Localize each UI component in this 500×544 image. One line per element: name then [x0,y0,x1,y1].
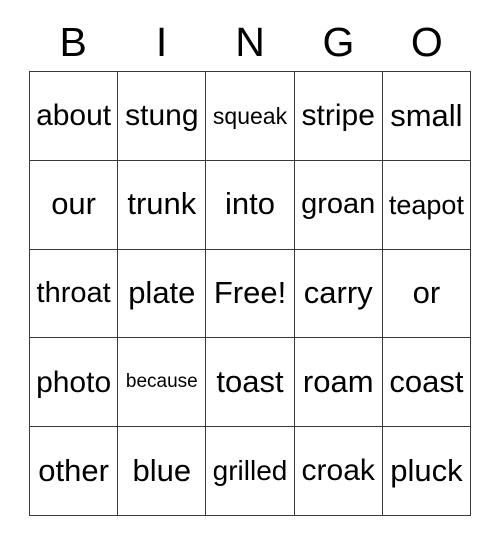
bingo-cell-free-space[interactable]: Free! [206,249,295,339]
bingo-cell-label: toast [216,364,284,400]
bingo-cell-label: croak [301,454,375,488]
bingo-cell-label: blue [132,452,192,488]
bingo-cell-g5[interactable]: croak [294,427,383,516]
bingo-cell-label: stripe [301,99,375,133]
bingo-cell-b5[interactable]: other [30,427,119,516]
bingo-row: our trunk into groan teapot [30,160,472,250]
bingo-cell-o2[interactable]: teapot [382,160,472,250]
bingo-cell-n1[interactable]: squeak [206,72,295,161]
bingo-row: about stung squeak stripe small [30,72,472,161]
bingo-cell-label: squeak [212,102,288,129]
bingo-cell-label: throat [36,277,111,310]
bingo-cell-b4[interactable]: photo [30,338,119,428]
free-space-label: Free! [213,275,287,311]
bingo-cell-n5[interactable]: grilled [206,427,295,516]
bingo-cell-g3[interactable]: carry [294,249,383,339]
bingo-cell-i4[interactable]: because [118,338,207,428]
bingo-cell-label: other [38,452,109,488]
bingo-cell-b3[interactable]: throat [30,249,119,339]
bingo-header-letter-o: O [410,18,443,65]
bingo-cell-label: carry [303,275,373,311]
bingo-header-letter-g: G [322,18,355,65]
bingo-header-letter-b: B [59,18,87,65]
bingo-cell-label: plate [128,275,196,311]
bingo-cell-o5[interactable]: pluck [382,427,472,516]
bingo-cell-label: because [125,371,198,393]
bingo-header-letter-n: N [235,18,265,65]
bingo-cell-o4[interactable]: coast [382,338,472,428]
bingo-cell-label: teapot [388,189,464,220]
bingo-cell-label: photo [36,365,112,399]
bingo-cell-label: grilled [212,455,288,487]
bingo-cell-label: groan [301,188,376,221]
bingo-header-letter-i: I [155,18,168,65]
bingo-cell-n4[interactable]: toast [206,338,295,428]
bingo-cell-b1[interactable]: about [30,72,119,161]
bingo-cell-label: or [412,275,441,311]
bingo-cell-label: pluck [390,452,463,488]
bingo-cell-label: into [225,186,275,222]
bingo-cell-g1[interactable]: stripe [294,72,383,161]
bingo-cell-b2[interactable]: our [30,160,119,250]
bingo-row: throat plate Free! carry or [30,249,472,339]
bingo-card: B I N G O about stung squeak stripe smal… [29,13,472,516]
bingo-cell-label: roam [302,364,374,400]
bingo-grid: about stung squeak stripe small our trun… [29,71,472,516]
bingo-cell-label: small [390,97,463,133]
bingo-cell-n2[interactable]: into [206,160,295,250]
bingo-cell-g2[interactable]: groan [294,160,383,250]
bingo-cell-i2[interactable]: trunk [118,160,207,250]
bingo-row: photo because toast roam coast [30,338,472,428]
bingo-cell-i3[interactable]: plate [118,249,207,339]
bingo-cell-label: coast [389,364,464,400]
bingo-cell-label: trunk [127,186,197,222]
bingo-cell-o1[interactable]: small [382,72,472,161]
bingo-cell-i5[interactable]: blue [118,427,207,516]
bingo-cell-g4[interactable]: roam [294,338,383,428]
bingo-cell-label: our [51,186,96,222]
bingo-cell-i1[interactable]: stung [118,72,207,161]
bingo-cell-label: stung [125,99,199,133]
bingo-cell-label: about [36,99,112,133]
bingo-cell-o3[interactable]: or [382,249,472,339]
bingo-header-row: B I N G O [29,13,471,71]
bingo-row: other blue grilled croak pluck [30,427,472,516]
